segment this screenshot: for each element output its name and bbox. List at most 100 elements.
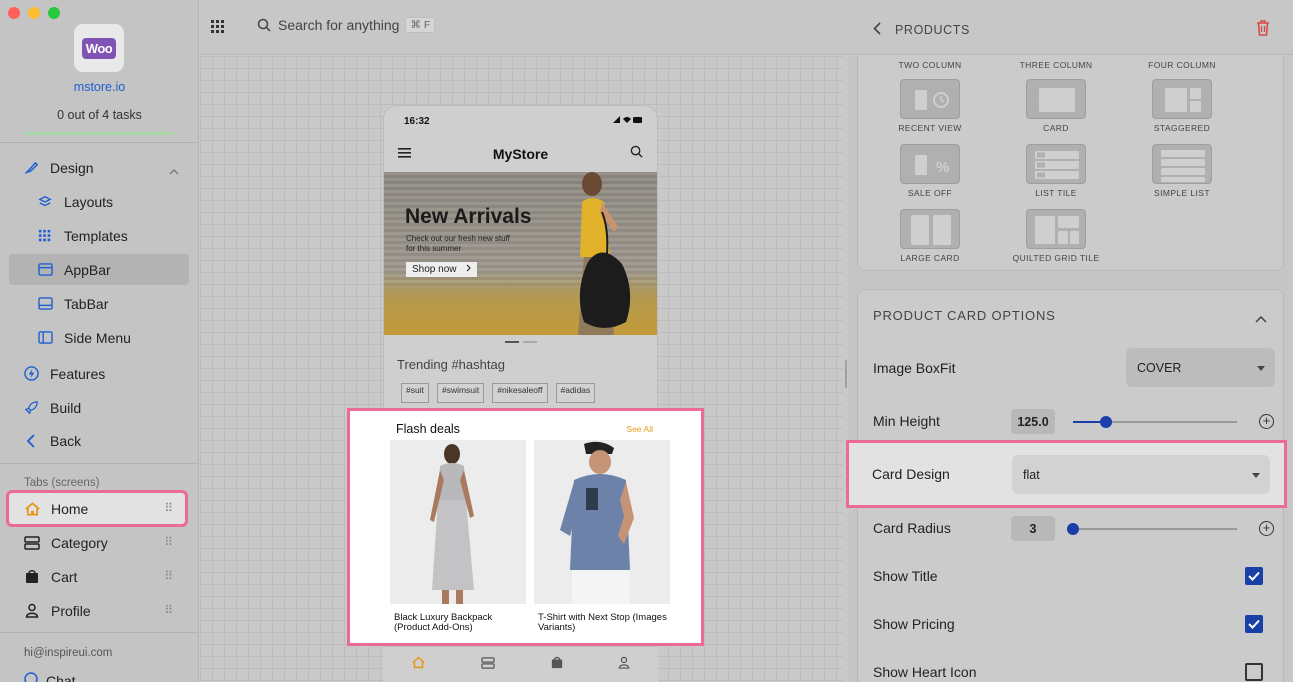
profile-icon[interactable] [618, 656, 630, 674]
tab-category[interactable]: Category ⠿ [9, 527, 185, 558]
large-card-layout-icon [900, 209, 960, 249]
nav-templates[interactable]: Templates [9, 220, 189, 251]
support-email[interactable]: hi@inspireui.com [24, 647, 112, 659]
banner-model-image [578, 172, 631, 335]
properties-panel: TWO COLUMN THREE COLUMN FOUR COLUMN RECE… [848, 56, 1293, 682]
drag-handle-icon[interactable]: ⠿ [164, 569, 173, 583]
search-placeholder: Search for anything [278, 17, 400, 33]
rocket-icon [23, 400, 39, 416]
zoom-window-button[interactable] [48, 7, 60, 19]
layout-label[interactable]: TWO COLUMN [875, 60, 985, 70]
chevron-right-icon [466, 264, 472, 275]
product-card[interactable]: T-Shirt with Next Stop (Images Variants) [534, 440, 670, 633]
nav-build[interactable]: Build [9, 392, 189, 423]
nav-side-menu[interactable]: Side Menu [9, 322, 189, 353]
home-icon[interactable] [411, 656, 426, 674]
card-radius-value[interactable]: 3 [1011, 516, 1055, 541]
plus-circle-icon[interactable]: + [1259, 521, 1274, 536]
card-radius-slider[interactable] [1067, 523, 1237, 535]
quilted-grid-layout-icon [1026, 209, 1086, 249]
site-link[interactable]: mstore.io [0, 80, 199, 94]
appbar-icon [37, 262, 53, 278]
show-title-checkbox[interactable] [1245, 567, 1263, 585]
profile-icon [23, 602, 41, 620]
cart-icon[interactable] [551, 656, 563, 674]
product-image [390, 440, 526, 604]
tab-home[interactable]: Home ⠿ [6, 490, 188, 527]
min-height-slider[interactable] [1073, 416, 1237, 428]
promo-banner[interactable]: New Arrivals Check out our fresh new stu… [384, 172, 657, 335]
nav-tabbar-label: TabBar [64, 295, 109, 312]
layout-recent-view[interactable]: RECENT VIEW [875, 79, 985, 133]
hashtag-chip[interactable]: #swimsuit [436, 383, 485, 403]
nav-layouts-label: Layouts [64, 193, 114, 210]
flash-deals-section[interactable]: Flash deals See All Black Luxury Backpac… [347, 408, 704, 646]
layout-card[interactable]: CARD [1001, 79, 1111, 133]
hashtag-chip[interactable]: #suit [401, 383, 429, 403]
plus-circle-icon[interactable]: + [1259, 414, 1274, 429]
layout-label: SALE OFF [907, 188, 953, 198]
image-boxfit-value: COVER [1137, 360, 1182, 375]
simple-list-layout-icon [1152, 144, 1212, 184]
sidebar: Woo mstore.io 0 out of 4 tasks Design La… [0, 0, 199, 682]
chevron-up-icon[interactable] [1255, 310, 1267, 328]
chevron-left-icon[interactable] [873, 22, 881, 38]
close-window-button[interactable] [8, 7, 20, 19]
phone-tab-bar [383, 646, 658, 682]
tab-cart[interactable]: Cart ⠿ [9, 561, 185, 592]
layout-sale-off[interactable]: % SALE OFF [875, 144, 985, 198]
drag-handle-icon[interactable]: ⠿ [164, 535, 173, 549]
drag-handle-icon[interactable]: ⠿ [164, 501, 173, 515]
nav-back[interactable]: Back [9, 425, 189, 456]
nav-appbar[interactable]: AppBar [9, 254, 189, 285]
trash-icon[interactable] [1256, 20, 1270, 41]
divider [0, 142, 199, 143]
image-boxfit-select[interactable]: COVER [1126, 348, 1275, 387]
show-heart-checkbox[interactable] [1245, 663, 1263, 681]
nav-chat-label: Chat [46, 672, 76, 682]
card-design-select[interactable]: flat [1012, 455, 1270, 494]
minimize-window-button[interactable] [28, 7, 40, 19]
app-title: MyStore [492, 146, 549, 162]
product-card[interactable]: Black Luxury Backpack (Product Add-Ons) [390, 440, 526, 633]
layout-staggered[interactable]: STAGGERED [1127, 79, 1237, 133]
show-pricing-checkbox[interactable] [1245, 615, 1263, 633]
hashtag-chip[interactable]: #nikesaleoff [492, 383, 548, 403]
nav-chat[interactable]: Chat [24, 672, 76, 682]
layout-simple-list[interactable]: SIMPLE LIST [1127, 144, 1237, 198]
nav-design[interactable]: Design [9, 152, 189, 183]
shop-now-button[interactable]: Shop now [406, 262, 478, 277]
hamburger-menu-icon[interactable] [398, 145, 411, 163]
layout-list-tile[interactable]: LIST TILE [1001, 144, 1111, 198]
layout-label[interactable]: FOUR COLUMN [1127, 60, 1237, 70]
nav-features[interactable]: Features [9, 358, 189, 389]
nav-tabbar[interactable]: TabBar [9, 288, 189, 319]
hashtag-chip[interactable]: #adidas [555, 383, 596, 403]
svg-text:%: % [936, 159, 949, 176]
card-design-row: Card Design flat [846, 440, 1287, 508]
resize-handle[interactable] [845, 360, 847, 388]
layout-quilted-grid[interactable]: QUILTED GRID TILE [1001, 209, 1111, 263]
see-all-link[interactable]: See All [627, 424, 653, 434]
layout-label: SIMPLE LIST [1154, 188, 1210, 198]
card-design-label: Card Design [872, 466, 950, 482]
tasks-progress-label: 0 out of 4 tasks [57, 108, 142, 122]
category-icon[interactable] [481, 656, 495, 674]
slider-knob[interactable] [1100, 416, 1112, 428]
nav-layouts[interactable]: Layouts [9, 186, 189, 217]
drag-handle-icon[interactable]: ⠿ [164, 603, 173, 617]
layout-large-card[interactable]: LARGE CARD [875, 209, 985, 263]
dropdown-arrow-icon [1257, 365, 1265, 371]
options-title: PRODUCT CARD OPTIONS [873, 308, 1056, 323]
search-icon[interactable] [630, 145, 643, 163]
layout-label[interactable]: THREE COLUMN [1001, 60, 1111, 70]
tab-profile[interactable]: Profile ⠿ [9, 595, 185, 626]
min-height-value[interactable]: 125.0 [1011, 409, 1055, 434]
signal-wifi-battery-icon [613, 115, 643, 127]
search-input[interactable]: Search for anything ⌘ F [257, 17, 436, 33]
min-height-label: Min Height [873, 413, 940, 429]
banner-subtitle: Check out our fresh new stuff for this s… [406, 234, 510, 253]
slider-knob[interactable] [1067, 523, 1079, 535]
apps-grid-icon[interactable] [211, 20, 227, 39]
home-icon [23, 500, 41, 518]
